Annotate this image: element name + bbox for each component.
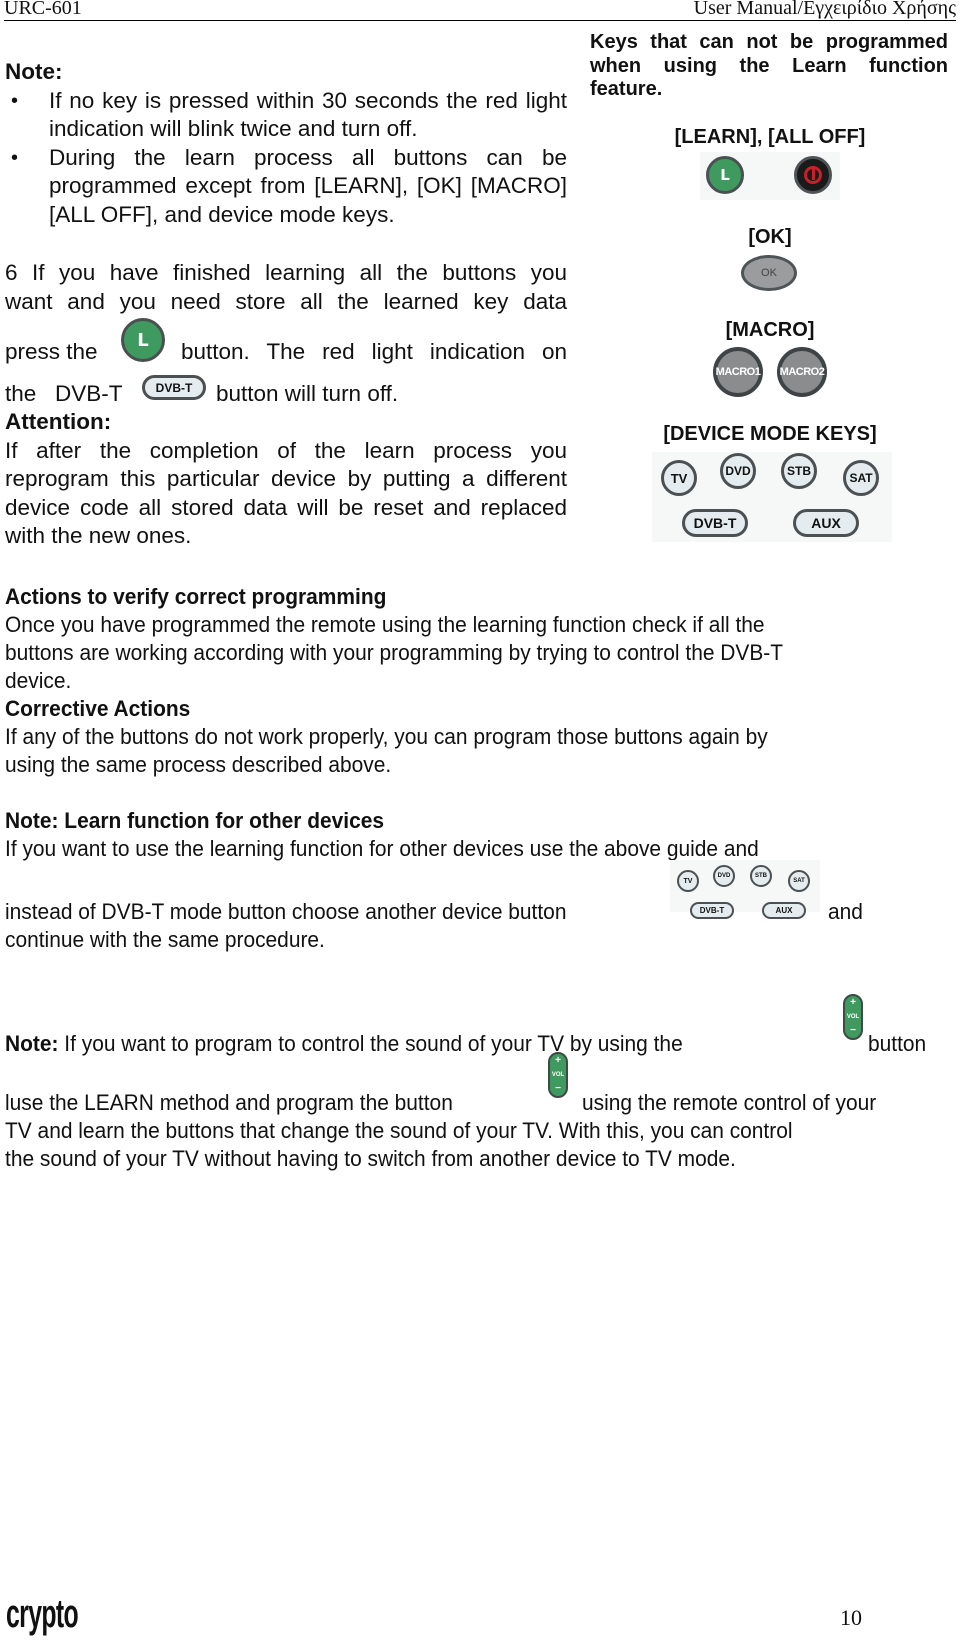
sound-note-line1-post: button (868, 1031, 927, 1056)
aux-key-small-icon: AUX (762, 902, 806, 919)
step6-line4-post: button will turn off. (216, 381, 399, 406)
stb-key-small-icon: STB (750, 865, 772, 887)
dvbt-key-icon: DVB-T (682, 509, 748, 537)
verify-line: Once you have programmed the remote usin… (5, 612, 765, 637)
dvd-key-small-icon: DVD (713, 865, 735, 887)
tv-key-small-icon: TV (677, 870, 699, 892)
aux-key-icon: AUX (793, 509, 859, 537)
model-label: URC-601 (4, 0, 82, 19)
group-title-device-mode: [DEVICE MODE KEYS] (663, 423, 877, 445)
attention-title: Attention: (5, 409, 112, 434)
verify-title: Actions to verify correct programming (5, 584, 387, 609)
attention-section: Attention: If after the completion of th… (5, 408, 567, 551)
power-alloff-key-icon (794, 156, 832, 194)
sat-key-small-icon: SAT (788, 870, 810, 892)
corrective-line: If any of the buttons do not work proper… (5, 724, 768, 749)
step6-line3-pre: press the (5, 339, 98, 364)
sound-note-line3: TV and learn the buttons that change the… (5, 1118, 793, 1143)
sound-note-line1: Note: If you want to program to control … (5, 1030, 683, 1059)
sound-note-text: If you want to program to control the so… (58, 1031, 683, 1056)
ok-key-icon: OK (741, 255, 797, 291)
note-bullet: During the learn process all buttons can… (5, 144, 567, 230)
crypto-logo: crypto (6, 1592, 79, 1636)
macro1-key-icon: MACRO1 (713, 347, 763, 397)
learn-button-icon: L (121, 318, 165, 362)
macro2-key-icon: MACRO2 (777, 347, 827, 397)
note-bullet: If no key is pressed within 30 seconds t… (5, 87, 567, 144)
step6-line2: want and you need store all the learned … (5, 289, 567, 314)
dvbt-key-small-icon: DVB-T (690, 902, 734, 919)
verify-line: buttons are working according with your … (5, 640, 784, 665)
step6-line1: 6 If you have finished learning all the … (5, 260, 567, 285)
corrective-title: Corrective Actions (5, 696, 191, 721)
other-devices-line2-post: and (828, 899, 863, 924)
sound-note-label: Note: (5, 1031, 59, 1056)
verify-line: device. (5, 668, 72, 693)
other-devices-line2-pre: instead of DVB-T mode button choose anot… (5, 899, 567, 924)
group-title-macro: [MACRO] (725, 319, 815, 341)
volume-button-icon: + VOL − (548, 1052, 568, 1098)
tv-key-icon: TV (661, 460, 697, 496)
corrective-line: using the same process described above. (5, 752, 392, 777)
sound-note-line2-pre: luse the LEARN method and program the bu… (5, 1090, 453, 1115)
dvd-key-icon: DVD (720, 453, 756, 489)
sound-note-line2-post: using the remote control of your (582, 1090, 877, 1115)
step6-line3-post: button. The red light indication on (181, 339, 567, 364)
other-devices-title: Note: Learn function for other devices (5, 808, 385, 833)
page-header: URC-601 User Manual/Εγχειρίδιο Χρήσης (4, 0, 956, 21)
sidebar-intro: Keys that can not be programmed when usi… (590, 31, 948, 100)
dvbt-button-icon: DVB-T (142, 375, 206, 400)
attention-text: If after the completion of the learn pro… (5, 437, 567, 549)
step6-line4-pre: the DVB-T (5, 381, 123, 406)
group-title-learn-alloff: [LEARN], [ALL OFF] (674, 126, 866, 148)
sat-key-icon: SAT (843, 460, 879, 496)
other-devices-line3: continue with the same procedure. (5, 927, 325, 952)
volume-button-icon: + VOL − (843, 994, 863, 1040)
note-section: Note: If no key is pressed within 30 sec… (5, 58, 567, 229)
sound-note-line4: the sound of your TV without having to s… (5, 1146, 736, 1171)
stb-key-icon: STB (781, 453, 817, 489)
note-title: Note: (5, 59, 63, 84)
other-devices-line1: If you want to use the learning function… (5, 836, 759, 861)
manual-title: User Manual/Εγχειρίδιο Χρήσης (693, 0, 956, 19)
learn-key-icon: L (706, 156, 744, 194)
page-number: 10 (840, 1605, 862, 1630)
group-title-ok: [OK] (748, 226, 792, 248)
